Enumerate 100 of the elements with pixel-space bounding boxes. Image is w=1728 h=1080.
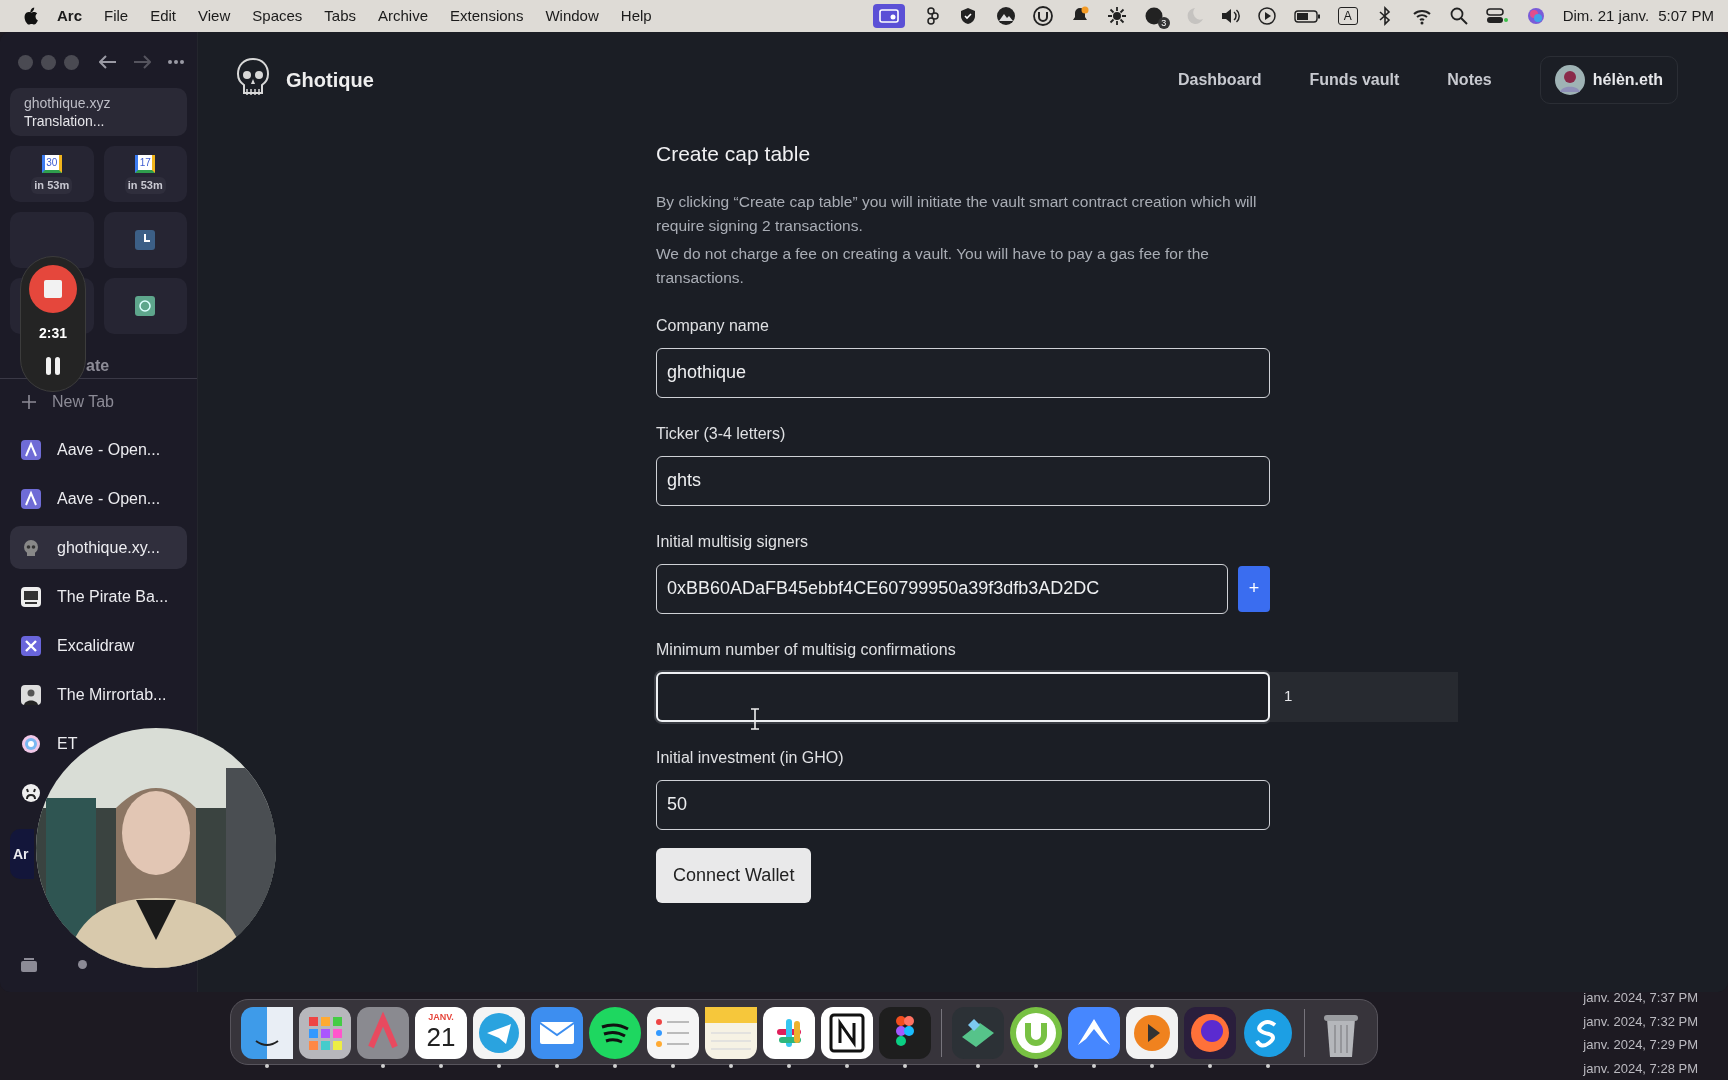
menu-item[interactable]: File — [93, 4, 140, 28]
play-icon[interactable] — [1256, 6, 1277, 26]
face-icon[interactable] — [241, 1007, 293, 1059]
field-label: Minimum number of multisig confirmations — [656, 639, 957, 660]
tile-label: in 53m — [31, 177, 73, 194]
more-icon[interactable] — [167, 59, 185, 65]
apple-icon[interactable] — [22, 7, 38, 25]
brand-name[interactable]: Ghotique — [286, 65, 374, 95]
user-menu[interactable]: hélèn.eth — [1539, 56, 1678, 104]
text-cursor-icon — [750, 707, 760, 730]
arc-icon[interactable] — [357, 1007, 409, 1059]
skull-icon — [21, 537, 41, 558]
menu-item[interactable]: Extensions — [439, 4, 535, 28]
menu-item[interactable]: Help — [609, 4, 663, 28]
skype-icon[interactable] — [1242, 1007, 1294, 1059]
input-field[interactable]: 50 — [656, 779, 1270, 830]
notepad-icon[interactable] — [705, 1007, 757, 1059]
add-signer-button[interactable]: + — [1238, 565, 1270, 612]
volume-icon[interactable] — [1219, 6, 1240, 26]
space-dot-icon[interactable] — [78, 959, 87, 969]
file-date: janv. 2024, 7:32 PM — [1583, 1012, 1698, 1031]
nav-link[interactable]: Funds vault — [1309, 68, 1400, 92]
figma-icon[interactable] — [879, 1007, 931, 1059]
envelope-icon[interactable] — [531, 1007, 583, 1059]
file-date: janv. 2024, 7:28 PM — [1583, 1059, 1698, 1078]
favorite-tile[interactable] — [10, 212, 94, 269]
archive-icon[interactable] — [20, 955, 38, 973]
siri-icon[interactable] — [1525, 6, 1546, 26]
list-icon[interactable] — [647, 1007, 699, 1059]
number-stepper[interactable]: 1 — [1270, 671, 1458, 722]
favorite-tile[interactable] — [103, 212, 187, 269]
favorite-tile[interactable] — [103, 278, 187, 335]
info-text: By clicking “Create cap table” you will initiate the vault smart contract creation which will require signing 2 transactions. — [656, 191, 1258, 236]
menu-item[interactable]: Tabs — [313, 4, 368, 28]
pinned-tab[interactable]: ghothique.xyz Translation... — [10, 88, 187, 137]
tile-label: in 53m — [124, 177, 166, 194]
search-icon[interactable] — [1448, 6, 1469, 26]
mountain-icon[interactable] — [995, 6, 1016, 26]
menu-item[interactable]: Arc — [46, 4, 93, 28]
control-center-icon[interactable] — [1485, 6, 1509, 26]
sidebar-tab[interactable]: ghothique.xy... — [10, 526, 187, 570]
nav-link[interactable]: Notes — [1447, 68, 1492, 92]
field-label: Initial investment (in GHO) — [656, 747, 845, 768]
avatar-icon — [1554, 65, 1585, 95]
file-date: janv. 2024, 7:37 PM — [1583, 989, 1698, 1007]
calendar-app-icon[interactable]: JANV. 21 — [415, 1007, 467, 1059]
aave-icon — [21, 439, 41, 460]
space-tile[interactable]: Ar — [10, 829, 34, 880]
calendar-icon: 17 — [135, 155, 156, 174]
sun-icon[interactable] — [1106, 6, 1127, 26]
plus-icon[interactable] — [22, 395, 36, 410]
sidebar-tab[interactable]: Aave - Open... — [10, 487, 172, 510]
menu-item[interactable]: Window — [534, 4, 610, 28]
field-label: Ticker (3-4 letters) — [656, 423, 787, 444]
menu-item[interactable]: Spaces — [241, 4, 314, 28]
favorite-tile[interactable]: 17 in 53m — [103, 146, 187, 203]
sidebar-tab[interactable]: Excalidraw — [10, 634, 146, 657]
sidebar-tab[interactable]: Aave - Open... — [10, 438, 172, 461]
sidebar-tab[interactable]: ET — [10, 732, 89, 755]
menu-item[interactable]: Archive — [367, 4, 440, 28]
sidebar-tab[interactable]: The Mirrortab... — [10, 683, 178, 706]
torrent-icon[interactable] — [1032, 6, 1053, 26]
new-tab-link[interactable]: New Tab — [52, 390, 114, 415]
input-field[interactable]: ghothique — [656, 347, 1270, 398]
knot-icon — [135, 296, 156, 317]
hash-icon[interactable] — [763, 1007, 815, 1059]
torrent-icon[interactable] — [1010, 1007, 1062, 1059]
mountain-icon[interactable] — [1068, 1007, 1120, 1059]
favorite-tile[interactable]: 30 in 53m — [10, 146, 94, 203]
play-icon[interactable] — [1126, 1007, 1178, 1059]
rainbow-circle-icon — [21, 733, 41, 754]
connect-wallet-button[interactable]: Connect Wallet — [656, 847, 812, 903]
grid-icon[interactable] — [299, 1007, 351, 1059]
music-waves-icon[interactable] — [589, 1007, 641, 1059]
pause-icon[interactable] — [45, 356, 61, 376]
field-label: Initial multisig signers — [656, 531, 810, 552]
screen-share-icon[interactable] — [872, 4, 905, 28]
section-label: ate — [86, 357, 110, 375]
page-title: Create cap table — [656, 141, 812, 167]
menu-bar-date[interactable]: Dim. 21 janv. — [1562, 4, 1650, 28]
input-field[interactable]: ghts — [656, 455, 1270, 506]
calendar-icon: 30 — [41, 155, 62, 174]
letter-n-icon[interactable] — [821, 1007, 873, 1059]
nav-link[interactable]: Dashboard — [1177, 68, 1262, 92]
stop-recording-icon[interactable] — [29, 265, 77, 313]
back-arrow-icon[interactable] — [99, 55, 117, 69]
paper-plane-icon[interactable] — [473, 1007, 525, 1059]
monitor-icon — [21, 586, 41, 607]
menu-item[interactable]: Edit — [139, 4, 188, 28]
menu-bar-time[interactable]: 5:07 PM — [1658, 4, 1714, 28]
portrait-icon — [21, 684, 41, 705]
clock-icon — [135, 230, 156, 251]
input-source-indicator[interactable]: A — [1337, 7, 1358, 25]
sidebar-tab[interactable]: The Pirate Ba... — [10, 585, 180, 608]
fox-icon[interactable] — [1184, 1007, 1236, 1059]
menu-item[interactable]: View — [187, 4, 242, 28]
input-field[interactable]: 0xBB60ADaFB45ebbf4CE60799950a39f3dfb3AD2DC — [656, 563, 1228, 614]
pencil-cross-icon — [21, 635, 41, 656]
input-field[interactable] — [656, 671, 1270, 722]
file-date: janv. 2024, 7:29 PM — [1583, 1036, 1698, 1054]
